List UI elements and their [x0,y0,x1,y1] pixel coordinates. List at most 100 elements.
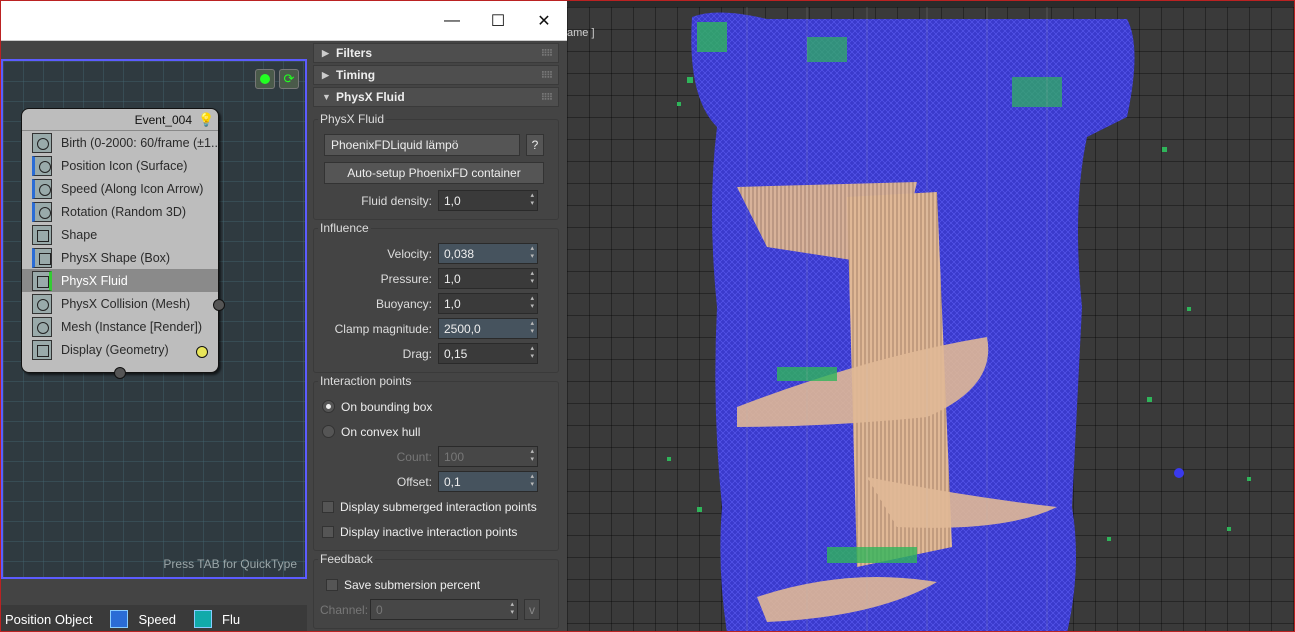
depot-speed[interactable]: Speed [110,610,176,628]
buoyancy-spinner[interactable]: 1,0 [438,293,538,314]
operator-label: PhysX Shape (Box) [61,250,171,265]
operator-birth[interactable]: Birth (0-2000: 60/frame (±1... [22,131,218,154]
radio-convex-hull[interactable]: On convex hull [314,419,558,444]
minimize-button[interactable]: — [429,1,475,41]
display-color-swatch[interactable] [196,346,208,358]
drag-spinner[interactable]: 0,15 [438,343,538,364]
clamp-magnitude-spinner[interactable]: 2500,0 [438,318,538,339]
green-dot-icon [260,74,270,84]
autosetup-button[interactable]: Auto-setup PhoenixFD container [324,162,544,184]
maximize-button[interactable]: ☐ [475,1,521,41]
count-spinner[interactable]: 100 [438,446,538,467]
group-title: Interaction points [318,374,414,388]
refresh-button[interactable]: ⟳ [279,69,299,89]
event-input-port[interactable] [114,367,126,379]
fluid-mesh-render [667,7,1251,631]
event-name: Event_004 [134,113,192,127]
operator-physx-shape[interactable]: PhysX Shape (Box) [22,246,218,269]
particle-view: ⟳ Event_004 💡 Birth (0-2000: 60/frame (±… [1,1,307,631]
3d-viewport[interactable]: ame ] [567,7,1294,631]
count-label: Count: [396,449,432,464]
operator-label: Shape [61,227,98,242]
operator-label: Birth (0-2000: 60/frame (±1... [61,135,218,150]
operator-shape[interactable]: Shape [22,223,218,246]
group-title: PhysX Fluid [318,112,387,126]
depot-fluid[interactable]: Flu [194,610,240,628]
operator-label: Speed (Along Icon Arrow) [61,181,204,196]
checkbox-box [322,500,334,513]
app-root: ame ] ⟳ Event_004 💡 Birth (0-2000: 60/fr… [0,0,1295,632]
operator-position-icon[interactable]: Position Icon (Surface) [22,154,218,177]
depot-label: Speed [138,611,177,627]
group-influence: Influence Velocity: 0,038 Pressure: 1,0 Bu… [313,221,559,373]
checkbox-label: Display inactive interaction points [340,524,518,539]
rollout-filters[interactable]: ▶ Filters ⠿⠿ [313,43,559,63]
collision-output-port[interactable] [213,299,225,311]
collapsed-arrow-icon: ▶ [322,47,329,58]
checkbox-inactive[interactable]: Display inactive interaction points [314,519,558,544]
rollout-title: PhysX Fluid [336,90,405,104]
channel-field[interactable]: 0 [370,599,518,620]
rotation-icon [32,201,52,222]
grip-icon: ⠿⠿ [540,70,553,80]
depot-label: Position Object [5,611,93,627]
pressure-spinner[interactable]: 1,0 [438,268,538,289]
physx-collision-icon [32,293,52,314]
parameters-panel: ▶ Filters ⠿⠿ ▶ Timing ⠿⠿ ▼ PhysX Fluid ⠿⠿ Phys… [307,41,567,631]
lightbulb-icon[interactable]: 💡 [198,112,214,128]
checkbox-box [326,578,338,591]
checkbox-submerged[interactable]: Display submerged interaction points [314,494,558,519]
close-button[interactable]: ✕ [521,1,567,41]
radio-bounding-box[interactable]: On bounding box [314,394,558,419]
drag-label: Drag: [402,346,432,361]
rollout-timing[interactable]: ▶ Timing ⠿⠿ [313,65,559,85]
operator-speed[interactable]: Speed (Along Icon Arrow) [22,177,218,200]
rollout-physx-fluid[interactable]: ▼ PhysX Fluid ⠿⠿ [313,87,559,107]
particle-graph[interactable]: ⟳ Event_004 💡 Birth (0-2000: 60/frame (±… [1,59,307,579]
velocity-spinner[interactable]: 0,038 [438,243,538,264]
help-button[interactable]: ? [526,134,544,156]
quicktype-hint: Press TAB for QuickType [163,557,297,571]
liquid-picker-button[interactable]: PhoenixFDLiquid lämpö [324,134,520,156]
checkbox-label: Display submerged interaction points [340,499,537,514]
speed-icon [32,178,52,199]
operator-depot[interactable]: Position Object Speed Flu [1,605,307,631]
operator-mesh[interactable]: Mesh (Instance [Render]) [22,315,218,338]
offset-spinner[interactable]: 0,1 [438,471,538,492]
event-node[interactable]: Event_004 💡 Birth (0-2000: 60/frame (±1.… [21,108,225,379]
checkbox-save-submersion[interactable]: Save submersion percent [314,572,558,597]
operator-rotation[interactable]: Rotation (Random 3D) [22,200,218,223]
offset-label: Offset: [396,474,432,489]
operator-label: Display (Geometry) [61,342,169,357]
fluid-density-spinner[interactable]: 1,0 [438,190,538,211]
depot-position-object[interactable]: Position Object [1,612,92,627]
operator-label: PhysX Collision (Mesh) [61,296,191,311]
expanded-arrow-icon: ▼ [322,92,331,102]
grip-icon: ⠿⠿ [540,48,553,58]
checkbox-label: Save submersion percent [344,577,481,592]
operator-display[interactable]: Display (Geometry) [22,338,218,361]
buoyancy-label: Buoyancy: [375,296,432,311]
operator-label: Rotation (Random 3D) [61,204,187,219]
rollout-title: Filters [336,46,373,60]
operator-physx-fluid[interactable]: PhysX Fluid [22,269,218,292]
fluid-icon [194,610,213,628]
operator-label: Mesh (Instance [Render]) [61,319,203,334]
birth-icon [32,132,52,153]
group-title: Influence [318,221,371,235]
position-icon [32,155,52,176]
green-dot-button[interactable] [255,69,275,89]
physx-shape-icon [32,247,52,268]
operator-physx-collision[interactable]: PhysX Collision (Mesh) [22,292,218,315]
radio-label: On convex hull [341,424,421,439]
group-interaction-points: Interaction points On bounding box On co… [313,374,559,551]
radio-selected-icon [322,400,335,413]
channel-dropdown-button[interactable]: v [524,599,540,620]
depot-label: Flu [222,611,241,627]
group-feedback: Feedback Save submersion percent Channel… [313,552,559,629]
radio-empty-icon [322,425,335,438]
channel-label: Channel: [320,602,369,617]
refresh-icon: ⟳ [283,71,295,86]
speed-icon [110,610,129,628]
shape-icon [32,224,52,245]
